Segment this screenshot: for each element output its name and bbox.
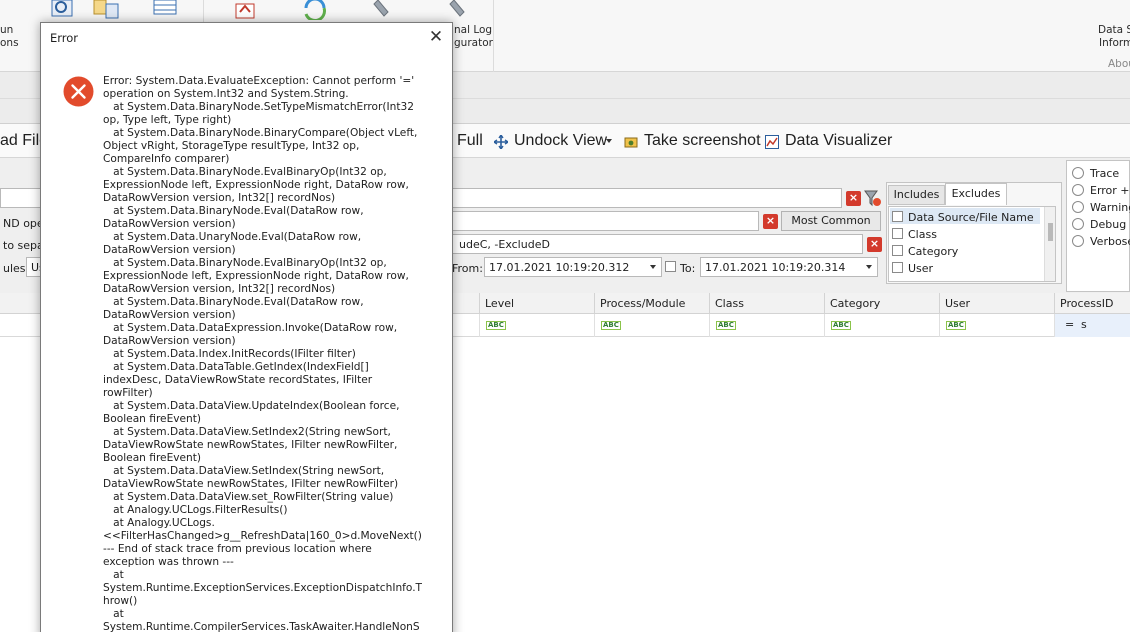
list-item[interactable]: User: [908, 262, 933, 275]
to-date-input[interactable]: 17.01.2021 10:19:20.314: [700, 257, 878, 277]
ribbon-group-about: Abou: [1108, 58, 1130, 70]
wrench-icon[interactable]: [368, 0, 398, 20]
level-verbose[interactable]: Verbose: [1090, 235, 1130, 248]
data-visualizer-button[interactable]: Data Visualizer: [785, 132, 892, 150]
list-item[interactable]: Class: [908, 228, 937, 241]
equals-operator: =: [1065, 318, 1075, 331]
full-button[interactable]: Full: [457, 132, 483, 150]
column-header-processid[interactable]: ProcessID: [1054, 293, 1130, 314]
columns-list: Data Source/File Name Class Category Use…: [888, 206, 1056, 282]
close-icon[interactable]: ✕: [426, 27, 446, 47]
level-radio[interactable]: [1072, 201, 1084, 213]
column-header-level[interactable]: Level: [479, 293, 594, 314]
chart-icon: [765, 135, 779, 149]
level-radio[interactable]: [1072, 218, 1084, 230]
abc-icon: ABC: [601, 321, 621, 330]
search-doc-icon[interactable]: [48, 0, 78, 20]
refresh-icon[interactable]: [300, 0, 330, 20]
processid-filter-cell[interactable]: = s: [1054, 314, 1130, 337]
dialog-title: Error: [50, 31, 79, 45]
exclude-values-text: udeC, -ExcludeD: [459, 238, 550, 251]
level-radio[interactable]: [1072, 184, 1084, 196]
undock-icon: [494, 135, 508, 149]
list-item[interactable]: Data Source/File Name: [908, 211, 1034, 224]
abc-icon: ABC: [946, 321, 966, 330]
level-debug[interactable]: Debug: [1090, 218, 1126, 231]
error-message: Error: System.Data.EvaluateException: Ca…: [103, 75, 423, 632]
error-icon: [63, 76, 94, 107]
internal-log-label: nal Log: [454, 24, 493, 36]
level-trace[interactable]: Trace: [1090, 167, 1119, 180]
abc-icon: ABC: [716, 321, 736, 330]
data-source-info-label: Data S: [1098, 24, 1130, 36]
files-icon[interactable]: [92, 0, 122, 20]
clear-filter-button[interactable]: ×: [846, 191, 861, 206]
separator-hint: to sepa: [3, 239, 44, 252]
list-item[interactable]: Category: [908, 245, 958, 258]
from-date-value: 17.01.2021 10:19:20.312: [489, 261, 630, 274]
list-scrollbar[interactable]: [1044, 207, 1055, 281]
ribbon-label: ons: [0, 37, 19, 49]
column-filter-cell[interactable]: ABC: [939, 314, 1054, 337]
clear-exclude-values-button[interactable]: ×: [867, 237, 882, 252]
to-date-value: 17.01.2021 10:19:20.314: [705, 261, 846, 274]
abc-icon: ABC: [831, 321, 851, 330]
column-checkbox[interactable]: [892, 228, 903, 239]
level-radio[interactable]: [1072, 167, 1084, 179]
clear-exclude-button[interactable]: ×: [763, 214, 778, 229]
from-label: From:: [452, 262, 483, 275]
error-dialog: Error ✕ Error: System.Data.EvaluateExcep…: [40, 22, 453, 632]
chevron-down-icon[interactable]: [650, 265, 656, 269]
take-screenshot-button[interactable]: Take screenshot: [644, 132, 761, 150]
column-filter-cell[interactable]: ABC: [709, 314, 824, 337]
scrollbar-thumb[interactable]: [1048, 223, 1053, 241]
filter-clear-icon[interactable]: [864, 190, 882, 207]
column-checkbox[interactable]: [892, 262, 903, 273]
columns-icon[interactable]: [150, 0, 180, 20]
levels-panel: Trace Error + ( Warning Debug Verbose: [1066, 160, 1130, 292]
export-icon[interactable]: [230, 0, 260, 20]
column-checkbox[interactable]: [892, 211, 903, 222]
tab-excludes[interactable]: Excludes: [945, 183, 1007, 205]
camera-icon: [624, 137, 638, 148]
column-header-user[interactable]: User: [939, 293, 1054, 314]
most-common-button[interactable]: Most Common: [781, 211, 881, 231]
log-configurator-icon[interactable]: [444, 0, 474, 20]
chevron-down-icon[interactable]: [866, 265, 872, 269]
ribbon-label: un: [0, 24, 14, 36]
abc-icon: ABC: [486, 321, 506, 330]
tab-includes[interactable]: Includes: [888, 185, 945, 205]
from-date-input[interactable]: 17.01.2021 10:19:20.312: [484, 257, 662, 277]
column-header-class[interactable]: Class: [709, 293, 824, 314]
level-warning[interactable]: Warning: [1090, 201, 1130, 214]
internal-log-label: gurator: [454, 37, 493, 49]
ribbon-separator: [493, 0, 494, 72]
column-filter-cell[interactable]: ABC: [594, 314, 709, 337]
column-header-category[interactable]: Category: [824, 293, 939, 314]
column-filter-cell[interactable]: ABC: [479, 314, 594, 337]
undock-view-button[interactable]: Undock View: [514, 132, 607, 150]
chevron-down-icon[interactable]: [606, 139, 612, 143]
to-label: To:: [680, 262, 696, 275]
processid-filter-value: s: [1081, 318, 1087, 331]
to-date-checkbox[interactable]: [665, 261, 676, 272]
level-radio[interactable]: [1072, 235, 1084, 247]
column-filter-cell[interactable]: ABC: [824, 314, 939, 337]
column-checkbox[interactable]: [892, 245, 903, 256]
level-error[interactable]: Error + (: [1090, 184, 1130, 197]
data-source-info-label: Inform: [1099, 37, 1130, 49]
column-header-process[interactable]: Process/Module: [594, 293, 709, 314]
